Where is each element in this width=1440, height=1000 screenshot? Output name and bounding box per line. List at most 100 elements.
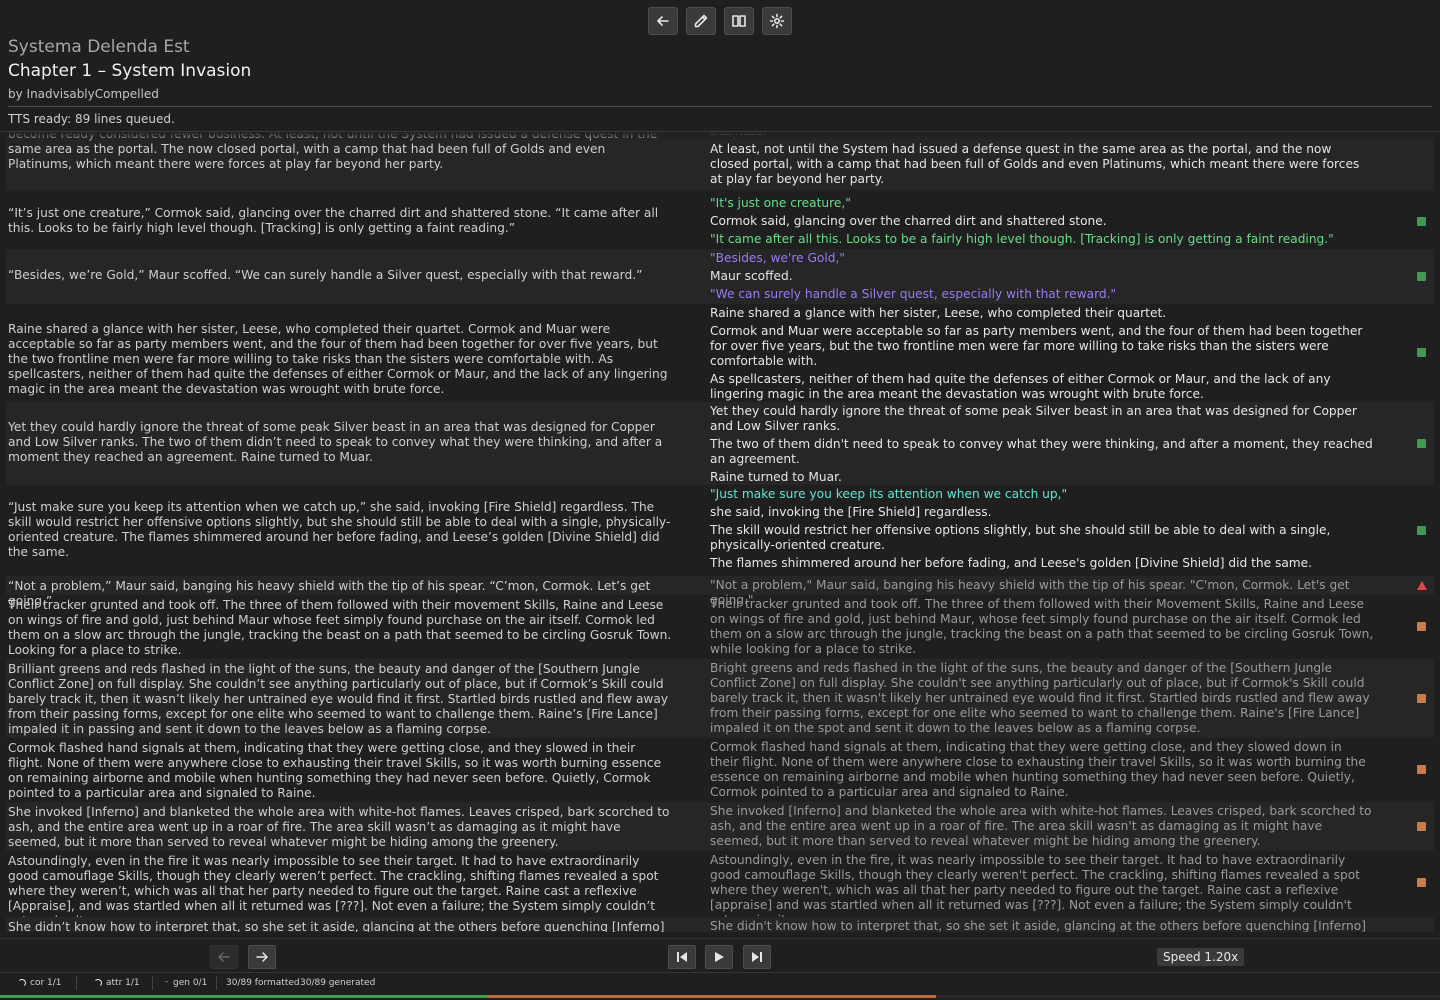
- pending-status-icon[interactable]: [1417, 694, 1426, 703]
- status-bar: cor 1/1 attr 1/1 gen 0/1 30/89 formatted…: [0, 972, 1440, 1000]
- done-status-icon[interactable]: [1417, 439, 1426, 448]
- processed-paragraph: Bright greens and reds flashed in the li…: [710, 661, 1374, 739]
- play-icon: [715, 952, 724, 962]
- paragraph-row[interactable]: Yet they could hardly ignore the threat …: [6, 402, 1434, 485]
- processed-paragraph: She invoked [Inferno] and blanketed the …: [710, 804, 1374, 852]
- narration-segment[interactable]: The two of them didn't need to speak to …: [710, 437, 1374, 467]
- narration-segment[interactable]: Cormok flashed hand signals at them, ind…: [710, 740, 1374, 800]
- narration-segment[interactable]: At least, not until the System had issue…: [710, 142, 1374, 187]
- original-paragraph: Their tracker grunted and took off. The …: [8, 598, 672, 657]
- dialogue-segment[interactable]: "Besides, we're Gold,": [710, 251, 1374, 266]
- attr-label: attr 1/1: [106, 978, 140, 988]
- paragraph-row[interactable]: “Just make sure you keep its attention w…: [6, 485, 1434, 576]
- skip-back-icon: [677, 952, 687, 962]
- processed-paragraph: Their tracker grunted and took off. The …: [710, 597, 1374, 660]
- tts-status: TTS ready: 89 lines queued.: [8, 112, 175, 126]
- formatted-progress-bar: [0, 995, 489, 998]
- paragraph-row[interactable]: Their tracker grunted and took off. The …: [6, 595, 1434, 659]
- pending-status-icon[interactable]: [1417, 878, 1426, 887]
- narration-segment[interactable]: Yet they could hardly ignore the threat …: [710, 404, 1374, 434]
- narration-segment[interactable]: The skill would restrict her offensive o…: [710, 523, 1374, 553]
- narration-segment[interactable]: The flames shimmered around her before f…: [710, 556, 1374, 571]
- narration-segment[interactable]: She invoked [Inferno] and blanketed the …: [710, 804, 1374, 849]
- pending-status-icon[interactable]: [1417, 765, 1426, 774]
- paragraph-row[interactable]: Brilliant greens and reds flashed in the…: [6, 659, 1434, 738]
- done-status-icon[interactable]: [1417, 217, 1426, 226]
- original-paragraph: Yet they could hardly ignore the threat …: [8, 420, 663, 464]
- dialogue-segment[interactable]: "It's just one creature,": [710, 196, 1374, 211]
- narration-segment[interactable]: Raine shared a glance with her sister, L…: [710, 306, 1374, 321]
- original-paragraph: “It’s just one creature,” Cormok said, g…: [8, 206, 659, 235]
- chapter-header: Systema Delenda Est Chapter 1 – System I…: [8, 36, 1432, 104]
- top-toolbar: [648, 7, 792, 35]
- narration-segment[interactable]: Cormok said, glancing over the charred d…: [710, 214, 1374, 229]
- gen-status: gen 0/1: [164, 977, 207, 989]
- done-status-icon[interactable]: [1417, 348, 1426, 357]
- processed-paragraph: "Just make sure you keep its attention w…: [710, 487, 1374, 574]
- skip-forward-button[interactable]: [743, 945, 771, 969]
- cor-label: cor 1/1: [30, 978, 62, 988]
- dialogue-segment[interactable]: "We can surely handle a Silver quest, es…: [710, 287, 1374, 302]
- narration-segment[interactable]: Their tracker grunted and took off. The …: [710, 597, 1374, 657]
- dialogue-segment[interactable]: "It came after all this. Looks to be a f…: [710, 232, 1374, 247]
- edit-button[interactable]: [686, 7, 716, 35]
- author-line: by InadvisablyCompelled: [8, 87, 159, 101]
- paragraph-row[interactable]: Astoundingly, even in the fire it was ne…: [6, 851, 1434, 928]
- cor-status: cor 1/1: [18, 977, 62, 989]
- spinner-icon: [94, 979, 102, 987]
- back-button[interactable]: [648, 7, 678, 35]
- processed-paragraph: She didn't know how to interpret that, s…: [710, 919, 1374, 932]
- original-paragraph: She didn’t know how to interpret that, s…: [8, 920, 665, 932]
- chapter-title: Chapter 1 – System Invasion: [8, 61, 252, 81]
- paragraph-row[interactable]: She invoked [Inferno] and blanketed the …: [6, 802, 1434, 851]
- scroll-fade: [0, 132, 1440, 142]
- prev-paragraph-button[interactable]: [210, 945, 238, 969]
- original-paragraph: Brilliant greens and reds flashed in the…: [8, 662, 669, 736]
- paragraph-row[interactable]: “Not a problem,” Maur said, banging his …: [6, 576, 1434, 608]
- narration-segment[interactable]: Bright greens and reds flashed in the li…: [710, 661, 1374, 736]
- narration-segment[interactable]: She didn't know how to interpret that, s…: [710, 919, 1374, 932]
- narration-segment[interactable]: she said, invoking the [Fire Shield] reg…: [710, 505, 1374, 520]
- paragraph-row[interactable]: Cormok flashed hand signals at them, ind…: [6, 738, 1434, 802]
- narration-segment[interactable]: Maur scoffed.: [710, 269, 1374, 284]
- paragraph-row[interactable]: Raine shared a glance with her sister, L…: [6, 304, 1434, 402]
- status-separator: [216, 976, 217, 990]
- processed-paragraph: Yet they could hardly ignore the threat …: [710, 404, 1374, 488]
- narration-segment[interactable]: As spellcasters, neither of them had qui…: [710, 372, 1374, 402]
- narration-segment[interactable]: Cormok and Muar were acceptable so far a…: [710, 324, 1374, 369]
- generated-count: 30/89 generated: [300, 978, 376, 988]
- settings-button[interactable]: [762, 7, 792, 35]
- narration-segment[interactable]: Raine turned to Muar.: [710, 470, 1374, 485]
- gen-label: gen 0/1: [173, 978, 208, 988]
- progress-track: [0, 995, 1440, 998]
- error-status-icon[interactable]: [1417, 581, 1427, 590]
- pencil-icon: [694, 14, 708, 28]
- speed-control[interactable]: Speed 1.20x: [1157, 948, 1245, 966]
- book-title: Systema Delenda Est: [8, 37, 190, 57]
- processed-paragraph: "Besides, we're Gold," Maur scoffed. "We c…: [710, 251, 1374, 305]
- paragraph-row[interactable]: “It’s just one creature,” Cormok said, g…: [6, 194, 1434, 249]
- processed-paragraph: "It's just one creature," Cormok said, gl…: [710, 196, 1374, 250]
- reader-view-button[interactable]: [724, 7, 754, 35]
- play-button[interactable]: [705, 945, 733, 969]
- next-paragraph-button[interactable]: [248, 945, 276, 969]
- gear-icon: [769, 13, 785, 29]
- playback-bar: Speed 1.20x: [0, 938, 1440, 972]
- back-arrow-icon: [657, 16, 669, 26]
- original-paragraph: She invoked [Inferno] and blanketed the …: [8, 805, 670, 849]
- processed-paragraph: Cormok flashed hand signals at them, ind…: [710, 740, 1374, 803]
- done-status-icon[interactable]: [1417, 272, 1426, 281]
- original-paragraph: “Just make sure you keep its attention w…: [8, 500, 671, 559]
- original-paragraph: Raine shared a glance with her sister, L…: [8, 322, 668, 396]
- dialogue-segment[interactable]: "Just make sure you keep its attention w…: [710, 487, 1374, 502]
- done-status-icon[interactable]: [1417, 526, 1426, 535]
- skip-back-button[interactable]: [668, 945, 696, 969]
- paragraph-row[interactable]: “Besides, we’re Gold,” Maur scoffed. “We…: [6, 249, 1434, 304]
- book-icon: [732, 15, 746, 27]
- status-separator: [76, 976, 77, 990]
- pending-status-icon[interactable]: [1417, 622, 1426, 631]
- paragraph-row[interactable]: She didn’t know how to interpret that, s…: [6, 917, 1434, 932]
- spinner-icon: [18, 979, 26, 987]
- paragraph-list[interactable]: become ready considered fewer business. …: [0, 132, 1440, 932]
- pending-status-icon[interactable]: [1417, 822, 1426, 831]
